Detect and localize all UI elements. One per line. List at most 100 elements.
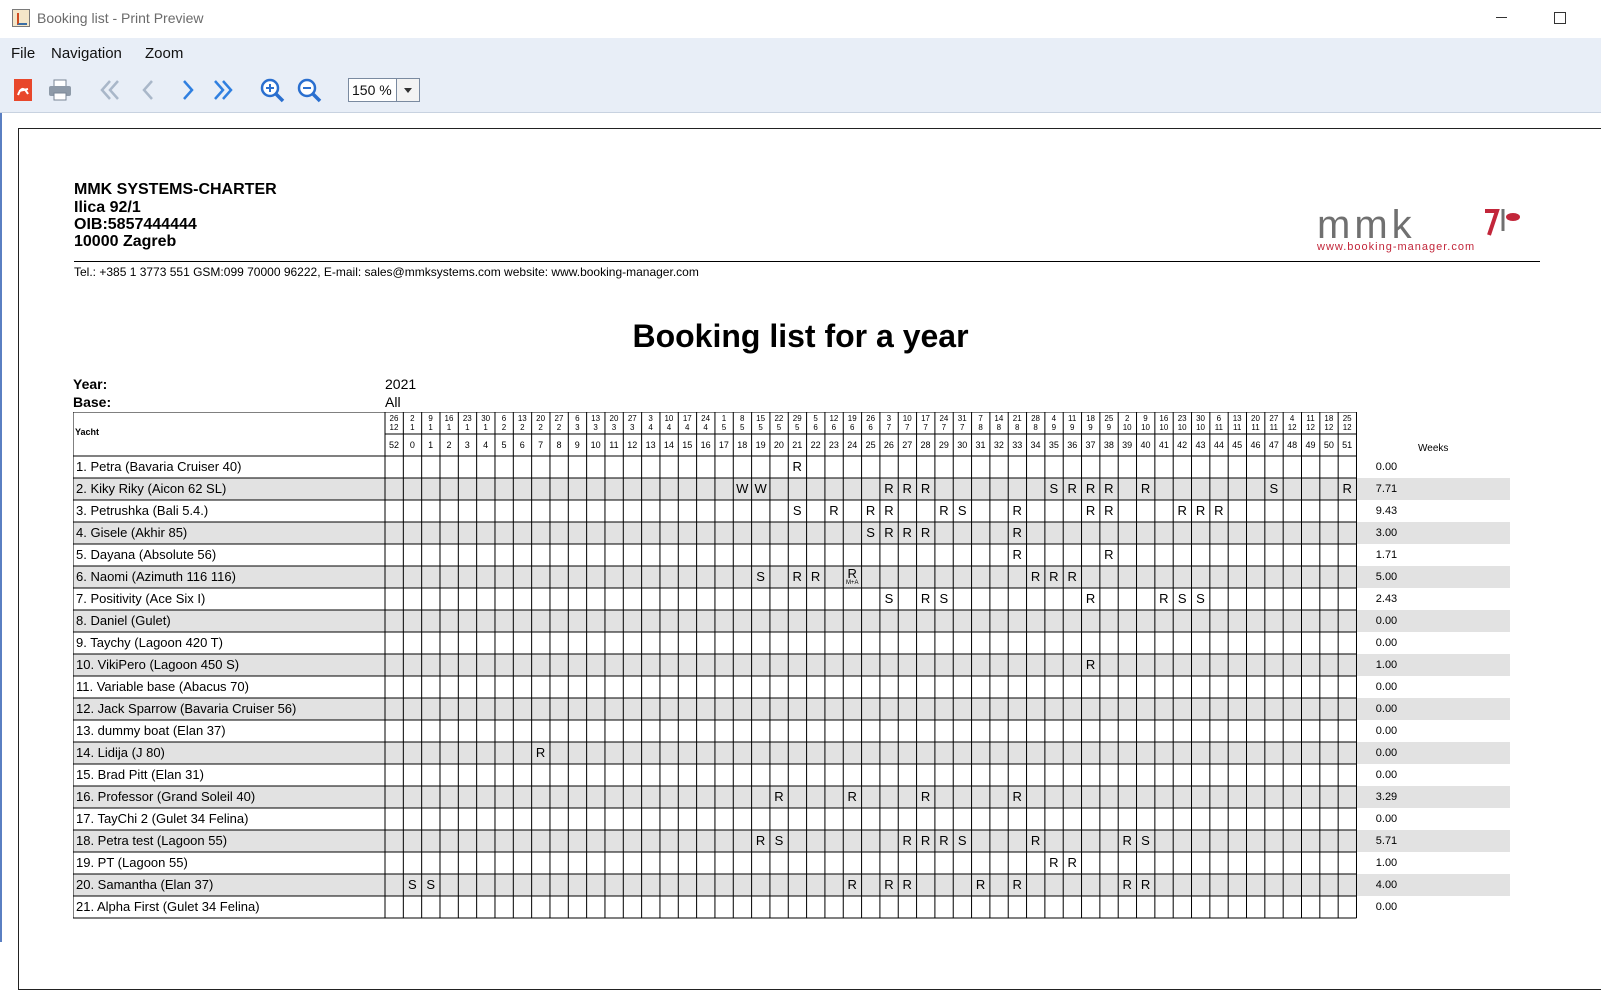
weeks-total: 0.00 [1375, 681, 1398, 693]
weeks-total: 1.00 [1375, 857, 1398, 869]
week-number: 25 [865, 440, 876, 450]
booking-mark: R [1104, 481, 1114, 496]
yacht-name: 9. Taychy (Lagoon 420 T) [76, 635, 223, 650]
yacht-name: 4. Gisele (Akhir 85) [76, 525, 188, 540]
menu-navigation[interactable]: Navigation [51, 45, 122, 62]
week-number: 0 [409, 440, 415, 450]
week-number: 21 [792, 440, 803, 450]
date-header: 13 11 [1232, 414, 1242, 432]
booking-mark: R [1012, 525, 1022, 540]
booking-mark: R [1085, 481, 1096, 496]
yacht-name: 2. Kiky Riky (Aicon 62 SL) [76, 481, 227, 496]
booking-mark: R [1104, 503, 1114, 518]
date-header: 16 10 [1159, 414, 1169, 432]
weeks-total: 3.00 [1375, 527, 1398, 539]
booking-mark: R [829, 503, 839, 518]
date-header: 14 8 [994, 414, 1004, 432]
booking-mark: R [792, 459, 802, 474]
first-page-icon[interactable] [97, 77, 123, 103]
booking-mark: S [957, 503, 967, 518]
zoom-value: 150 % [352, 82, 392, 98]
date-header: 17 7 [921, 414, 931, 432]
date-header: 15 [721, 414, 727, 432]
yacht-name: 1. Petra (Bavaria Cruiser 40) [76, 459, 242, 474]
yacht-name: 10. VikiPero (Lagoon 450 S) [76, 657, 240, 672]
booking-mark: R [902, 525, 912, 540]
row-shading [73, 478, 1510, 500]
booking-mark: R [884, 481, 894, 496]
week-number: 47 [1268, 440, 1279, 450]
booking-mark: S [1141, 833, 1150, 848]
week-number: 26 [883, 440, 894, 450]
booking-mark: S [792, 503, 802, 518]
date-header: 30 10 [1196, 414, 1205, 432]
java-app-icon [12, 9, 30, 27]
weeks-total: 0.00 [1375, 769, 1398, 781]
week-number: 16 [700, 440, 711, 450]
week-number: 40 [1140, 440, 1151, 450]
last-page-icon[interactable] [210, 77, 236, 103]
week-number: 11 [609, 440, 619, 450]
weeks-total: 1.71 [1375, 549, 1398, 561]
yacht-name: 15. Brad Pitt (Elan 31) [76, 767, 204, 782]
booking-mark: R [847, 789, 857, 804]
booking-mark: R [975, 877, 986, 892]
booking-mark: S [866, 525, 875, 540]
booking-mark: R [1085, 657, 1096, 672]
weeks-total: 0.00 [1375, 637, 1398, 649]
pdf-export-icon[interactable] [10, 77, 36, 103]
booking-mark: R [774, 789, 784, 804]
weeks-total: 0.00 [1375, 615, 1398, 627]
date-header: 13 3 [591, 414, 601, 432]
menu-zoom[interactable]: Zoom [145, 45, 183, 62]
yacht-name: 13. dummy boat (Elan 37) [76, 723, 226, 738]
contact-info: Tel.: +385 1 3773 551 GSM:099 70000 9622… [74, 265, 699, 279]
chevron-down-icon[interactable] [396, 79, 419, 101]
booking-mark: R [755, 833, 766, 848]
week-number: 41 [1158, 440, 1169, 450]
date-header: 30 1 [481, 414, 491, 432]
week-number: 18 [737, 440, 748, 450]
booking-mark: W [754, 481, 767, 496]
week-number: 15 [682, 440, 693, 450]
booking-mark: R [1049, 855, 1059, 870]
week-number: 8 [556, 440, 562, 450]
booking-mark: R [810, 569, 821, 584]
booking-mark: S [957, 833, 967, 848]
row-shading [73, 786, 1510, 808]
previous-page-icon[interactable] [136, 77, 162, 103]
zoom-select[interactable]: 150 % [348, 78, 420, 102]
booking-mark: S [1177, 591, 1187, 606]
week-number: 38 [1103, 440, 1114, 450]
booking-mark: R [920, 525, 931, 540]
week-number: 2 [446, 440, 452, 450]
zoom-in-icon[interactable] [259, 77, 285, 103]
weeks-total: 0.00 [1375, 901, 1398, 913]
date-header: 10 7 [902, 414, 912, 432]
booking-mark: R [865, 503, 876, 518]
weeks-total: 7.71 [1375, 483, 1398, 495]
week-number: 28 [920, 440, 931, 450]
date-header: 27 2 [554, 414, 564, 432]
booking-mark: R [1177, 503, 1187, 518]
date-header: 28 8 [1031, 414, 1040, 432]
next-page-icon[interactable] [174, 77, 200, 103]
date-header: 31 7 [957, 414, 967, 432]
preview-area[interactable]: MMK SYSTEMS-CHARTER Ilica 92/1 OIB:58574… [0, 113, 1601, 990]
toolbar [0, 68, 1601, 113]
booking-mark: S [407, 877, 417, 892]
menu-file[interactable]: File [11, 45, 35, 62]
print-icon[interactable] [47, 77, 73, 103]
week-number: 24 [847, 440, 858, 450]
yacht-name: 17. TayChi 2 (Gulet 34 Felina) [76, 811, 249, 826]
logo-mark-icon [1485, 209, 1520, 236]
maximize-button[interactable] [1554, 12, 1566, 24]
week-number: 34 [1030, 440, 1041, 450]
booking-mark: R [1012, 789, 1022, 804]
booking-mark: R [535, 745, 546, 760]
week-number: 7 [538, 440, 544, 450]
date-header: 19 6 [847, 414, 857, 432]
zoom-out-icon[interactable] [296, 77, 322, 103]
minimize-button[interactable] [1496, 17, 1507, 18]
weeks-total: 2.43 [1375, 593, 1398, 605]
